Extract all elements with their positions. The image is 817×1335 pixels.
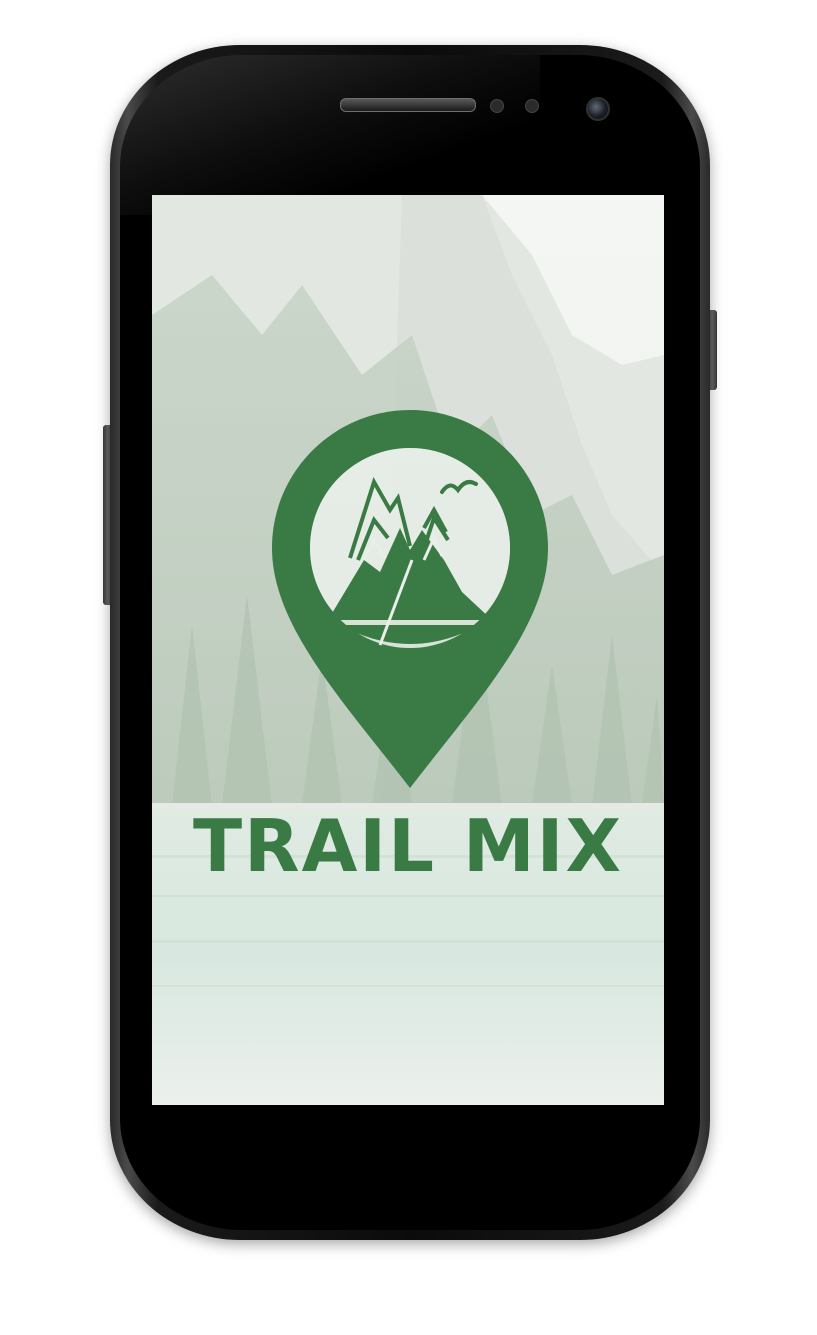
earpiece-speaker [340, 98, 476, 112]
map-pin-mountain-icon [272, 410, 548, 788]
app-title: TRAIL MIX [193, 804, 623, 888]
splash-mockup: TRAIL MIX [0, 0, 817, 1335]
proximity-sensor [490, 99, 504, 113]
light-sensor [525, 99, 539, 113]
splash-screen[interactable]: TRAIL MIX [152, 195, 664, 1105]
front-camera [586, 97, 610, 121]
